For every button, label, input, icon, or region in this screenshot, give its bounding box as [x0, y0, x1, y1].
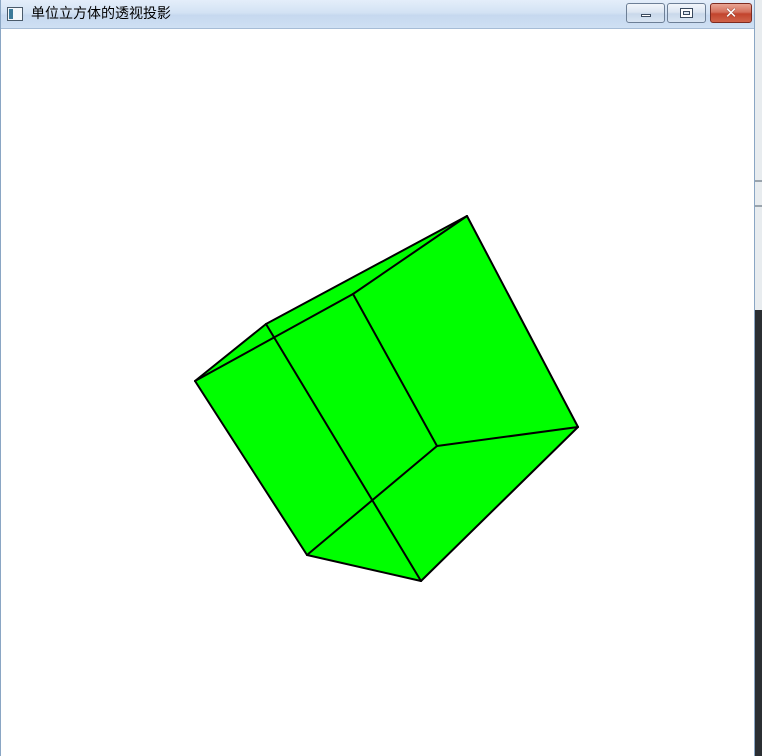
render-canvas[interactable]	[1, 29, 754, 756]
app-window-icon[interactable]	[7, 7, 23, 21]
background-divider	[755, 205, 762, 207]
window-title: 单位立方体的透视投影	[31, 6, 171, 22]
background-window-edge	[755, 0, 762, 756]
background-dark-panel	[755, 310, 762, 756]
close-icon: ✕	[724, 4, 738, 22]
title-bar[interactable]: 单位立方体的透视投影 ✕	[1, 0, 754, 29]
cube-drawing	[194, 215, 579, 582]
background-divider	[755, 180, 762, 182]
app-window: 单位立方体的透视投影 ✕	[0, 0, 755, 756]
close-button[interactable]: ✕	[710, 3, 752, 23]
minimize-icon	[641, 14, 651, 17]
maximize-button[interactable]	[667, 3, 706, 23]
minimize-button[interactable]	[626, 3, 665, 23]
maximize-icon	[680, 8, 693, 18]
